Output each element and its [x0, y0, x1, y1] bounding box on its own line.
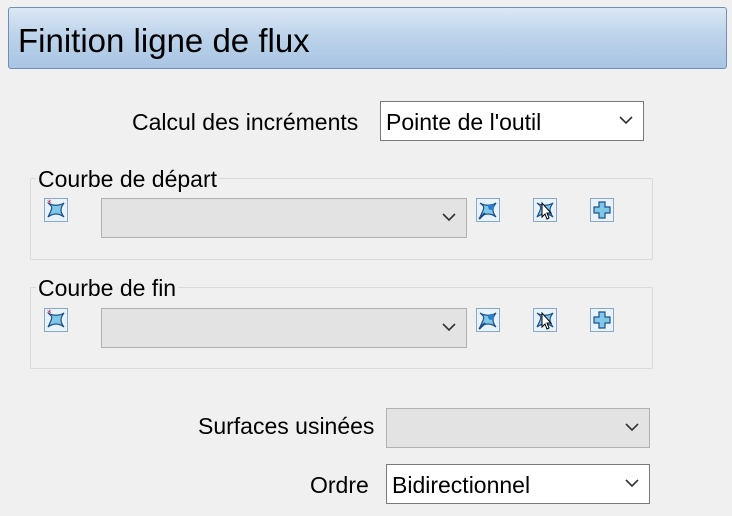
- surfaces-label: Surfaces usinées: [198, 413, 375, 439]
- svg-text:*: *: [47, 309, 52, 319]
- order-dropdown[interactable]: Bidirectionnel: [386, 464, 650, 504]
- pick-curve-icon[interactable]: [476, 198, 500, 222]
- surfaces-dropdown[interactable]: [386, 408, 650, 448]
- panel-header: Finition ligne de flux: [8, 7, 727, 69]
- select-cursor-icon[interactable]: [533, 198, 557, 222]
- start-curve-label: Courbe de départ: [36, 165, 220, 193]
- draw-curve-icon[interactable]: *: [44, 308, 68, 332]
- add-curve-icon[interactable]: [590, 308, 614, 332]
- chevron-down-icon: [625, 479, 639, 488]
- increments-dropdown[interactable]: Pointe de l'outil: [380, 101, 644, 141]
- strategy-panel: Finition ligne de flux Calcul des incrém…: [0, 0, 732, 516]
- increments-value: Pointe de l'outil: [386, 109, 542, 135]
- end-curve-dropdown[interactable]: [101, 308, 467, 348]
- draw-curve-icon[interactable]: *: [44, 198, 68, 222]
- add-curve-icon[interactable]: [590, 198, 614, 222]
- order-label: Ordre: [310, 472, 369, 498]
- end-curve-label: Courbe de fin: [36, 274, 179, 302]
- svg-text:*: *: [47, 199, 52, 209]
- chevron-down-icon: [442, 213, 456, 222]
- pick-curve-icon[interactable]: [476, 308, 500, 332]
- chevron-down-icon: [442, 323, 456, 332]
- panel-title: Finition ligne de flux: [18, 22, 310, 59]
- order-value: Bidirectionnel: [392, 472, 531, 498]
- select-cursor-icon[interactable]: [533, 308, 557, 332]
- start-curve-dropdown[interactable]: [101, 198, 467, 238]
- increments-label: Calcul des incréments: [132, 109, 359, 135]
- chevron-down-icon: [619, 116, 633, 125]
- chevron-down-icon: [625, 423, 639, 432]
